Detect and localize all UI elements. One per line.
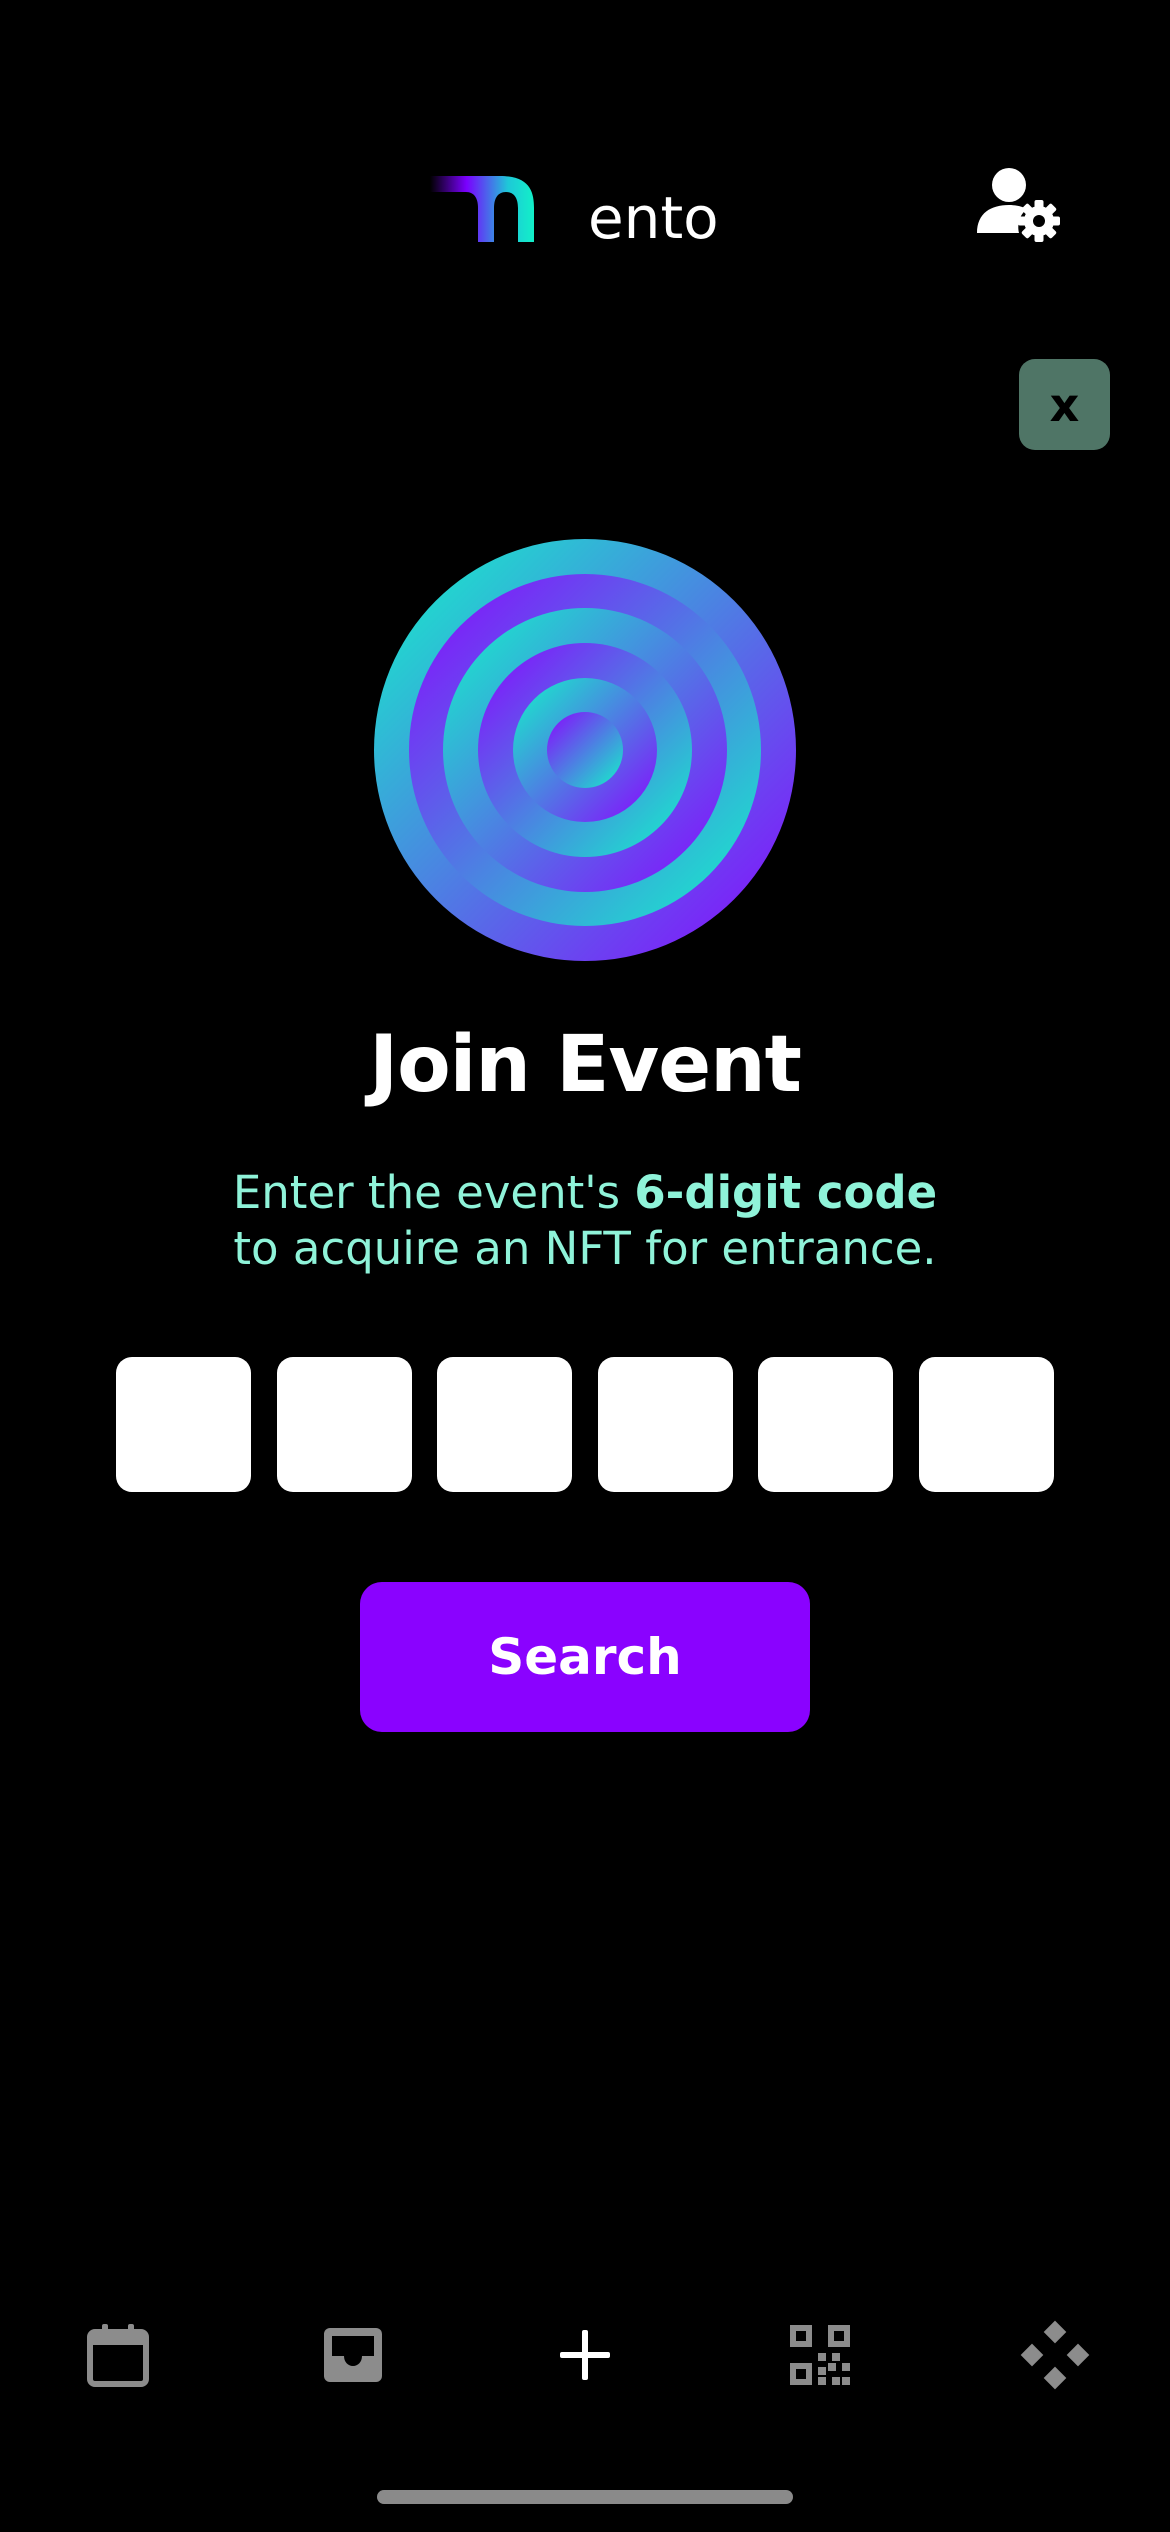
code-digit-6[interactable] (918, 1357, 1054, 1492)
mento-logo: ento (430, 170, 719, 252)
search-button[interactable]: Search (360, 1582, 810, 1732)
logo-text: ento (588, 184, 719, 252)
tab-calendar[interactable] (63, 2300, 173, 2410)
qr-code-icon (790, 2325, 850, 2385)
inbox-icon (324, 2328, 382, 2382)
code-digit-5[interactable] (758, 1357, 894, 1492)
tab-inbox[interactable] (298, 2300, 408, 2410)
diamond-grid-icon (1020, 2320, 1090, 2390)
code-digit-3[interactable] (437, 1357, 573, 1492)
instructions-line2: to acquire an NFT for entrance. (233, 1222, 937, 1275)
code-digit-1[interactable] (116, 1357, 251, 1492)
bottom-tab-bar (0, 2300, 1170, 2410)
code-input-row (116, 1357, 1054, 1492)
user-settings-icon (977, 168, 1060, 242)
close-button[interactable]: x (1019, 359, 1110, 450)
tab-collection[interactable] (1000, 2300, 1110, 2410)
code-digit-2[interactable] (276, 1357, 412, 1492)
page-title: Join Event (369, 1020, 802, 1110)
join-event-screen: ento x Join Event Enter the event's 6-di… (0, 0, 1170, 2532)
instructions-bold: 6-digit code (634, 1166, 938, 1219)
close-label: x (1049, 377, 1080, 432)
tab-create[interactable] (530, 2300, 640, 2410)
event-rings-graphic (374, 539, 796, 961)
calendar-icon (87, 2324, 149, 2387)
tab-scan[interactable] (765, 2300, 875, 2410)
instructions-text: Enter the event's 6-digit code to acquir… (0, 1165, 1170, 1277)
instructions-part1: Enter the event's (232, 1166, 635, 1219)
code-digit-4[interactable] (597, 1357, 733, 1492)
account-settings-button[interactable] (975, 165, 1065, 250)
home-indicator[interactable] (377, 2490, 793, 2504)
plus-icon (560, 2330, 610, 2380)
